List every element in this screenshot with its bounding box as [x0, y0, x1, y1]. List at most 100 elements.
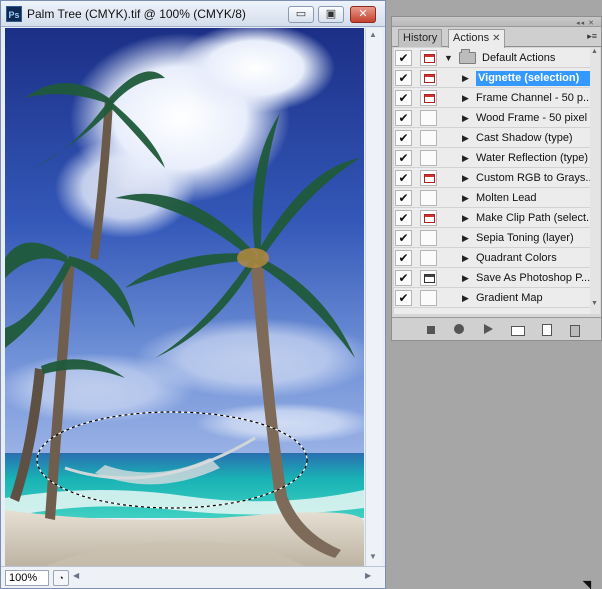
action-label: Frame Channel - 50 p... [476, 92, 590, 104]
dialog-toggle[interactable] [420, 110, 437, 126]
action-row[interactable]: ✔ ▶ Quadrant Colors [394, 248, 599, 268]
tab-actions-label: Actions [453, 32, 490, 44]
minimize-button[interactable]: ▭ [288, 6, 314, 23]
palm-tree-photo [5, 28, 364, 566]
action-label: Cast Shadow (type) [476, 132, 573, 144]
panel-scroll-up-icon[interactable]: ▲ [591, 48, 598, 55]
toggle-check-icon[interactable]: ✔ [395, 170, 412, 186]
dialog-icon [424, 94, 435, 103]
dialog-icon [424, 74, 435, 83]
scroll-up-arrow-icon[interactable]: ▲ [369, 30, 377, 39]
panel-tabs: History Actions ✕ ▸≡ [392, 27, 601, 48]
toggle-check-icon[interactable]: ✔ [395, 130, 412, 146]
toggle-check-icon[interactable]: ✔ [395, 150, 412, 166]
expand-triangle-right-icon[interactable]: ▶ [462, 113, 469, 124]
expand-triangle-down-icon[interactable]: ▼ [444, 53, 453, 63]
maximize-button[interactable]: ▣ [318, 6, 344, 23]
panel-scrollbar[interactable]: ▲ ▼ [590, 48, 600, 314]
action-set-row[interactable]: ✔ ▼ Default Actions [394, 48, 599, 68]
tab-close-icon[interactable]: ✕ [492, 33, 500, 44]
toggle-check-icon[interactable]: ✔ [395, 210, 412, 226]
dialog-toggle[interactable] [420, 230, 437, 246]
toggle-check-icon[interactable]: ✔ [395, 90, 412, 106]
action-label: Wood Frame - 50 pixel [476, 112, 588, 124]
toggle-check-icon[interactable]: ✔ [395, 110, 412, 126]
expand-triangle-right-icon[interactable]: ▶ [462, 293, 469, 304]
action-row[interactable]: ✔ ▶ Cast Shadow (type) [394, 128, 599, 148]
dialog-toggle[interactable] [420, 290, 437, 306]
expand-triangle-right-icon[interactable]: ▶ [462, 213, 469, 224]
dialog-toggle[interactable] [420, 190, 437, 206]
dialog-toggle[interactable] [420, 90, 437, 106]
record-icon[interactable] [452, 323, 466, 336]
expand-triangle-right-icon[interactable]: ▶ [462, 173, 469, 184]
dialog-toggle[interactable] [420, 170, 437, 186]
dialog-toggle[interactable] [420, 50, 437, 66]
document-window[interactable]: Ps Palm Tree (CMYK).tif @ 100% (CMYK/8) … [0, 0, 386, 589]
expand-triangle-right-icon[interactable]: ▶ [462, 153, 469, 164]
action-row[interactable]: ✔ ▶ Sepia Toning (layer) [394, 228, 599, 248]
action-row[interactable]: ✔ ▶ Vignette (selection) [394, 68, 599, 88]
document-titlebar[interactable]: Ps Palm Tree (CMYK).tif @ 100% (CMYK/8) … [1, 1, 385, 27]
toggle-check-icon[interactable]: ✔ [395, 230, 412, 246]
zoom-input[interactable]: 100% [5, 570, 49, 586]
tab-history[interactable]: History [398, 29, 443, 47]
action-row[interactable]: ✔ ▶ Wood Frame - 50 pixel [394, 108, 599, 128]
action-label: Water Reflection (type) [476, 152, 589, 164]
toggle-check-icon[interactable]: ✔ [395, 70, 412, 86]
scroll-left-arrow-icon[interactable]: ◀ [73, 571, 79, 580]
action-row[interactable]: ✔ ▶ Make Clip Path (select... [394, 208, 599, 228]
stop-icon[interactable] [424, 323, 438, 336]
document-title: Palm Tree (CMYK).tif @ 100% (CMYK/8) [27, 7, 246, 21]
play-icon[interactable] [481, 323, 495, 336]
toggle-check-icon[interactable]: ✔ [395, 250, 412, 266]
action-row[interactable]: ✔ ▶ Molten Lead [394, 188, 599, 208]
action-row[interactable]: ✔ ▶ Gradient Map [394, 288, 599, 308]
dialog-toggle[interactable] [420, 130, 437, 146]
expand-triangle-right-icon[interactable]: ▶ [462, 193, 469, 204]
dialog-toggle[interactable] [420, 270, 437, 286]
new-set-icon[interactable] [510, 323, 525, 336]
actions-panel: ◂◂ ✕ History Actions ✕ ▸≡ ✔ ▼ Default Act… [391, 16, 602, 341]
action-row[interactable]: ✔ ▶ Water Reflection (type) [394, 148, 599, 168]
scroll-right-arrow-icon[interactable]: ▶ [365, 571, 371, 580]
action-row[interactable]: ✔ ▶ Custom RGB to Grays... [394, 168, 599, 188]
mouse-cursor-icon [582, 576, 596, 589]
toggle-check-icon[interactable]: ✔ [395, 270, 412, 286]
folder-icon [459, 49, 476, 64]
toggle-check-icon[interactable]: ✔ [395, 50, 412, 66]
tab-history-label: History [403, 32, 438, 44]
actions-list[interactable]: ✔ ▼ Default Actions ✔ ▶ Vignette (selectio… [394, 48, 599, 314]
action-label: Save As Photoshop P... [476, 272, 590, 284]
panel-collapse-icon[interactable]: ◂◂ ✕ [576, 19, 595, 27]
panel-drag-bar[interactable]: ◂◂ ✕ [392, 17, 601, 27]
close-button[interactable]: ✕ [350, 6, 376, 23]
dialog-toggle[interactable] [420, 150, 437, 166]
scroll-down-arrow-icon[interactable]: ▼ [369, 552, 377, 561]
trash-icon[interactable] [567, 323, 581, 337]
toggle-check-icon[interactable]: ✔ [395, 190, 412, 206]
toggle-check-icon[interactable]: ✔ [395, 290, 412, 306]
expand-triangle-right-icon[interactable]: ▶ [462, 73, 469, 84]
expand-triangle-right-icon[interactable]: ▶ [462, 133, 469, 144]
tab-actions[interactable]: Actions ✕ [448, 29, 506, 48]
panel-footer [392, 317, 601, 340]
photoshop-icon: Ps [6, 6, 22, 22]
expand-triangle-right-icon[interactable]: ▶ [462, 273, 469, 284]
vertical-scrollbar[interactable]: ▲ ▼ [365, 28, 382, 566]
action-label: Make Clip Path (select... [476, 212, 590, 224]
panel-menu-icon[interactable]: ▸≡ [587, 31, 597, 42]
expand-triangle-right-icon[interactable]: ▶ [462, 253, 469, 264]
panel-scroll-down-icon[interactable]: ▼ [591, 300, 598, 307]
new-action-icon[interactable] [539, 323, 553, 336]
status-info-button[interactable]: ◔ [53, 570, 69, 586]
dialog-toggle[interactable] [420, 210, 437, 226]
action-row[interactable]: ✔ ▶ Frame Channel - 50 p... [394, 88, 599, 108]
dialog-toggle[interactable] [420, 70, 437, 86]
image-canvas[interactable] [5, 28, 364, 566]
action-row[interactable]: ✔ ▶ Save As Photoshop P... [394, 268, 599, 288]
expand-triangle-right-icon[interactable]: ▶ [462, 233, 469, 244]
expand-triangle-right-icon[interactable]: ▶ [462, 93, 469, 104]
status-bar: 100% ◔ ◀ ▶ [1, 566, 385, 588]
dialog-toggle[interactable] [420, 250, 437, 266]
